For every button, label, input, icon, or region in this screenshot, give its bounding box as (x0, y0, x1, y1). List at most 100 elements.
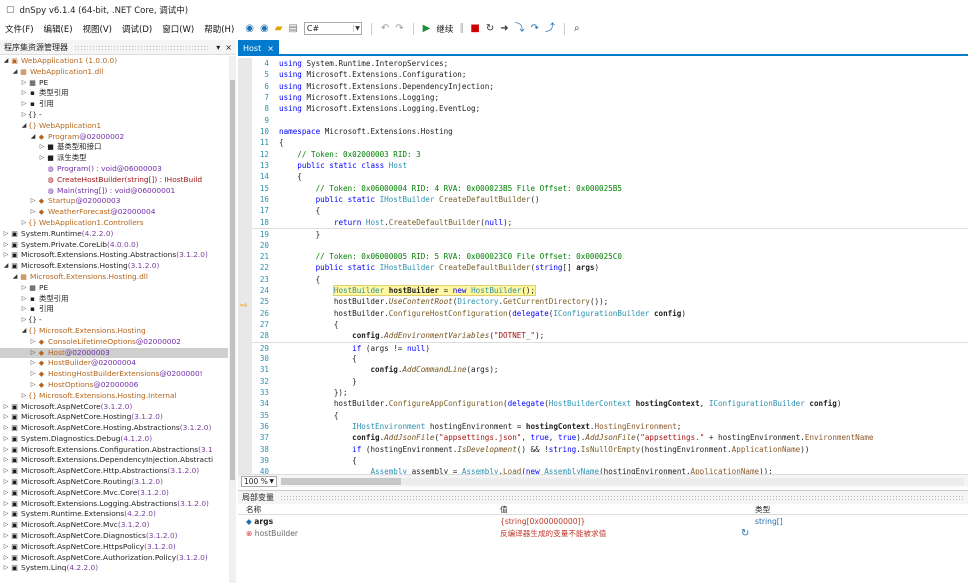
tab-host[interactable]: Host × (238, 40, 279, 56)
expander-icon[interactable]: ▷ (29, 358, 37, 369)
expander-icon[interactable]: ▷ (2, 542, 10, 553)
tree-node[interactable]: ▷ ▪ 引用 (0, 99, 228, 110)
expander-icon[interactable]: ▷ (20, 391, 28, 402)
tree-node[interactable]: ▷ ▣ Microsoft.AspNetCore.Http.Abstractions… (0, 466, 228, 477)
expander-icon[interactable]: ▷ (20, 110, 28, 121)
expander-icon[interactable]: ◢ (11, 67, 19, 78)
tree-node[interactable]: ▷ ▣ Microsoft.Extensions.Hosting.Abstracti… (0, 250, 228, 261)
tree-node[interactable]: ◢ ▣ Microsoft.Extensions.Hosting (3.1.2.0) (0, 261, 228, 272)
close-icon[interactable]: × (225, 43, 232, 52)
tree-node[interactable]: ▷{} Microsoft.Extensions.Hosting.Internal (0, 391, 228, 402)
expander-icon[interactable]: ▷ (29, 337, 37, 348)
forward-icon[interactable]: ◉ (260, 23, 269, 34)
tree-node[interactable]: ▷ ▣ Microsoft.AspNetCore.Hosting.Abstracti… (0, 423, 228, 434)
tree-node[interactable]: ◢ ▣ WebApplication1 (1.0.0.0) (0, 56, 228, 67)
tab-close-icon[interactable]: × (267, 44, 274, 53)
tree-node[interactable]: ▷{} - (0, 110, 228, 121)
expander-icon[interactable]: ▷ (20, 283, 28, 294)
expander-icon[interactable]: ▷ (38, 153, 46, 164)
expander-icon[interactable]: ▷ (2, 488, 10, 499)
show-next-statement-icon[interactable]: ➜ (500, 23, 508, 34)
panel-grip[interactable] (74, 44, 211, 50)
redo-icon[interactable]: ↷ (395, 23, 403, 34)
tree-node[interactable]: ▷ ▣ System.Runtime.Extensions (4.2.2.0) (0, 509, 228, 520)
tree-node[interactable]: ◍ Program() : void @06000003 (0, 164, 228, 175)
expander-icon[interactable]: ▷ (2, 402, 10, 413)
step-out-icon[interactable]: ⤴ (545, 23, 555, 34)
expander-icon[interactable]: ▷ (29, 348, 37, 359)
step-over-icon[interactable]: ↷ (531, 23, 539, 34)
tree-node[interactable]: ▷ ▣ System.Linq (4.2.2.0) (0, 563, 228, 574)
expander-icon[interactable]: ▷ (20, 304, 28, 315)
search-icon[interactable]: ⌕ (574, 23, 580, 34)
menu-file[interactable]: 文件(F) (0, 23, 39, 35)
expander-icon[interactable]: ▷ (2, 466, 10, 477)
expander-icon[interactable]: ▷ (2, 499, 10, 510)
tree-node[interactable]: ◍ Main(string[]) : void @06000001 (0, 186, 228, 197)
explorer-scrollbar[interactable] (229, 56, 236, 583)
expander-icon[interactable]: ▷ (2, 250, 10, 261)
tree-node[interactable]: ▷ ◆ ConsoleLifetimeOptions @02000002 (0, 337, 228, 348)
expander-icon[interactable]: ▷ (29, 207, 37, 218)
tree-node[interactable]: ◢ ▦ WebApplication1.dll (0, 67, 228, 78)
expander-icon[interactable]: ▷ (2, 423, 10, 434)
tree-node[interactable]: ▷ ▣ Microsoft.AspNetCore.Mvc (3.1.2.0) (0, 520, 228, 531)
tree-node[interactable]: ▷{} - (0, 315, 228, 326)
tree-node[interactable]: ▷ ◆ HostingHostBuilderExtensions @0200000! (0, 369, 228, 380)
menu-view[interactable]: 视图(V) (78, 23, 117, 35)
tree-node[interactable]: ▷ ▣ Microsoft.Extensions.DependencyInjecti… (0, 455, 228, 466)
scrollbar-thumb[interactable] (281, 477, 401, 485)
tree-node[interactable]: ▷ ▪ 引用 (0, 304, 228, 315)
scrollbar-thumb[interactable] (230, 80, 235, 480)
expander-icon[interactable]: ◢ (11, 272, 19, 283)
expander-icon[interactable]: ▷ (29, 380, 37, 391)
expander-icon[interactable]: ▷ (2, 240, 10, 251)
expander-icon[interactable]: ▷ (2, 455, 10, 466)
expander-icon[interactable]: ◢ (2, 56, 10, 67)
column-name[interactable]: 名称 (246, 504, 261, 515)
tree-node[interactable]: ▷ ▣ Microsoft.AspNetCore (3.1.2.0) (0, 402, 228, 413)
expander-icon[interactable]: ▷ (20, 99, 28, 110)
expander-icon[interactable]: ▷ (2, 563, 10, 574)
expander-icon[interactable]: ◢ (29, 132, 37, 143)
refresh-icon[interactable]: ↻ (741, 528, 749, 539)
menu-debug[interactable]: 调试(D) (117, 23, 157, 35)
tree-node[interactable]: ▷ ▣ Microsoft.Extensions.Logging.Abstracti… (0, 499, 228, 510)
expander-icon[interactable]: ▷ (20, 78, 28, 89)
tree-node[interactable]: ▷ ▣ System.Private.CoreLib (4.0.0.0) (0, 240, 228, 251)
expander-icon[interactable]: ▷ (2, 229, 10, 240)
tree-node[interactable]: ▷ ▣ Microsoft.AspNetCore.Diagnostics (3.1.… (0, 531, 228, 542)
tree-node[interactable]: ▷ ◆ Startup @02000003 (0, 196, 228, 207)
expander-icon[interactable]: ▷ (2, 434, 10, 445)
expander-icon[interactable]: ▷ (20, 88, 28, 99)
tree-node[interactable]: ▷ ▣ Microsoft.AspNetCore.HttpsPolicy (3.1.… (0, 542, 228, 553)
tree-node[interactable]: ◍ CreateHostBuilder(string[]) : IHostBuil… (0, 175, 228, 186)
expander-icon[interactable]: ▷ (38, 142, 46, 153)
expander-icon[interactable]: ▷ (2, 412, 10, 423)
tree-node[interactable]: ▷ ▪ 类型引用 (0, 88, 228, 99)
expander-icon[interactable]: ▷ (20, 218, 28, 229)
save-icon[interactable]: ▤ (288, 23, 297, 34)
tree-node[interactable]: ◢{} WebApplication1 (0, 121, 228, 132)
expander-icon[interactable]: ◢ (20, 326, 28, 337)
expander-icon[interactable]: ▷ (2, 445, 10, 456)
expander-icon[interactable]: ▷ (2, 520, 10, 531)
expander-icon[interactable]: ▷ (20, 294, 28, 305)
code-view[interactable]: 4 using System.Runtime.InteropServices; 5 u… (252, 58, 968, 478)
menu-window[interactable]: 窗口(W) (157, 23, 199, 35)
restart-icon[interactable]: ↻ (486, 23, 494, 34)
tree-node[interactable]: ▷ ▣ Microsoft.AspNetCore.Mvc.Core (3.1.2.0… (0, 488, 228, 499)
open-icon[interactable]: ▰ (275, 23, 283, 34)
column-value[interactable]: 值 (500, 504, 508, 515)
expander-icon[interactable]: ▷ (2, 509, 10, 520)
expander-icon[interactable]: ▷ (29, 369, 37, 380)
tree-node[interactable]: ▷ ◆ HostBuilder @02000004 (0, 358, 228, 369)
locals-row[interactable]: ⊗ hostBuilder 反编译器生成的变量不能被求值 ↻ (238, 527, 968, 539)
tree-node[interactable]: ▷ ▦ PE (0, 78, 228, 89)
zoom-select[interactable]: 100 % ▼ (241, 475, 277, 487)
expander-icon[interactable]: ▷ (20, 315, 28, 326)
panel-grip[interactable] (280, 495, 964, 500)
tree-node[interactable]: ◢{} Microsoft.Extensions.Hosting (0, 326, 228, 337)
expander-icon[interactable]: ▷ (2, 531, 10, 542)
tree-node[interactable]: ▷ ▣ System.Diagnostics.Debug (4.1.2.0) (0, 434, 228, 445)
